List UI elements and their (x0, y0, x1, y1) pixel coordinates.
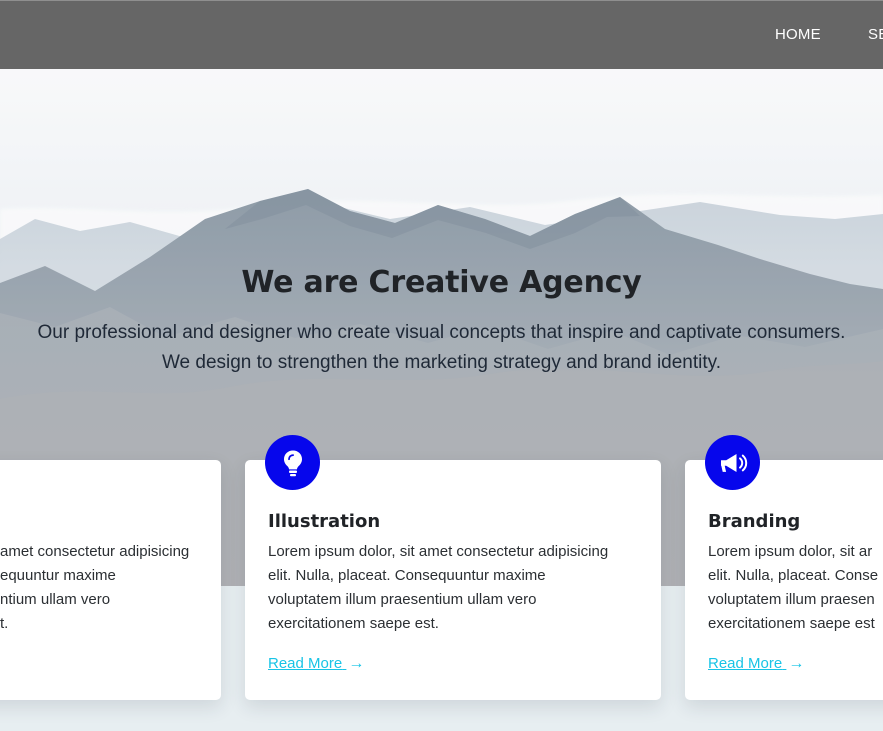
illustration-card-title: Illustration (268, 511, 381, 532)
megaphone-icon (720, 453, 747, 472)
branding-card-line-3: voluptatem illum praesen (708, 591, 875, 608)
nav-link-services-partial[interactable]: SE (868, 26, 883, 43)
left-card-line-3: ntium ullam vero (0, 591, 111, 608)
hero-description: Our professional and designer who create… (12, 318, 872, 378)
illustration-read-more-label: Read More (268, 655, 343, 672)
hero-title: We are Creative Agency (241, 265, 642, 300)
branding-card-description: Lorem ipsum dolor, sit ar elit. Nulla, p… (708, 540, 883, 636)
nav-link-home[interactable]: HOME (775, 26, 821, 43)
illustration-card-line-3: voluptatem illum praesentium ullam vero (268, 591, 537, 608)
illustration-card-description: Lorem ipsum dolor, sit amet consectetur … (268, 540, 653, 636)
hero-description-line-1: Our professional and designer who create… (37, 322, 846, 343)
branding-card-title: Branding (708, 511, 801, 532)
top-navigation-bar: HOME SE (0, 1, 883, 69)
left-card-line-2: equuntur maxime (0, 567, 116, 584)
landing-page: HOME SE (0, 0, 883, 731)
illustration-read-more-link[interactable]: Read More → (268, 654, 364, 674)
lightbulb-icon (283, 450, 302, 476)
top-border (0, 0, 883, 1)
arrow-right-icon: → (348, 655, 365, 672)
service-card-illustration: Illustration Lorem ipsum dolor, sit amet… (245, 435, 661, 700)
illustration-icon-badge (265, 435, 320, 490)
hero-description-line-2: We design to strengthen the marketing st… (161, 352, 722, 373)
branding-read-more-link[interactable]: Read More → (708, 654, 804, 674)
illustration-card-line-1: Lorem ipsum dolor, sit amet consectetur … (268, 543, 609, 560)
illustration-card-line-2: elit. Nulla, placeat. Consequuntur maxim… (268, 567, 546, 584)
branding-card-line-4: exercitationem saepe est (708, 615, 875, 632)
illustration-card-line-4: exercitationem saepe est. (268, 615, 439, 632)
service-card-left-partial: amet consectetur adipisicing equuntur ma… (0, 460, 221, 700)
arrow-right-icon: → (788, 655, 805, 672)
branding-card-line-2: elit. Nulla, placeat. Conse (708, 567, 879, 584)
left-card-line-1: amet consectetur adipisicing (0, 543, 190, 560)
left-card-line-4: t. (0, 615, 9, 632)
hero-content: We are Creative Agency Our professional … (0, 262, 883, 378)
branding-card-line-1: Lorem ipsum dolor, sit ar (708, 543, 873, 560)
branding-icon-badge (705, 435, 760, 490)
service-card-branding: Branding Lorem ipsum dolor, sit ar elit.… (685, 435, 883, 700)
branding-read-more-label: Read More (708, 655, 783, 672)
